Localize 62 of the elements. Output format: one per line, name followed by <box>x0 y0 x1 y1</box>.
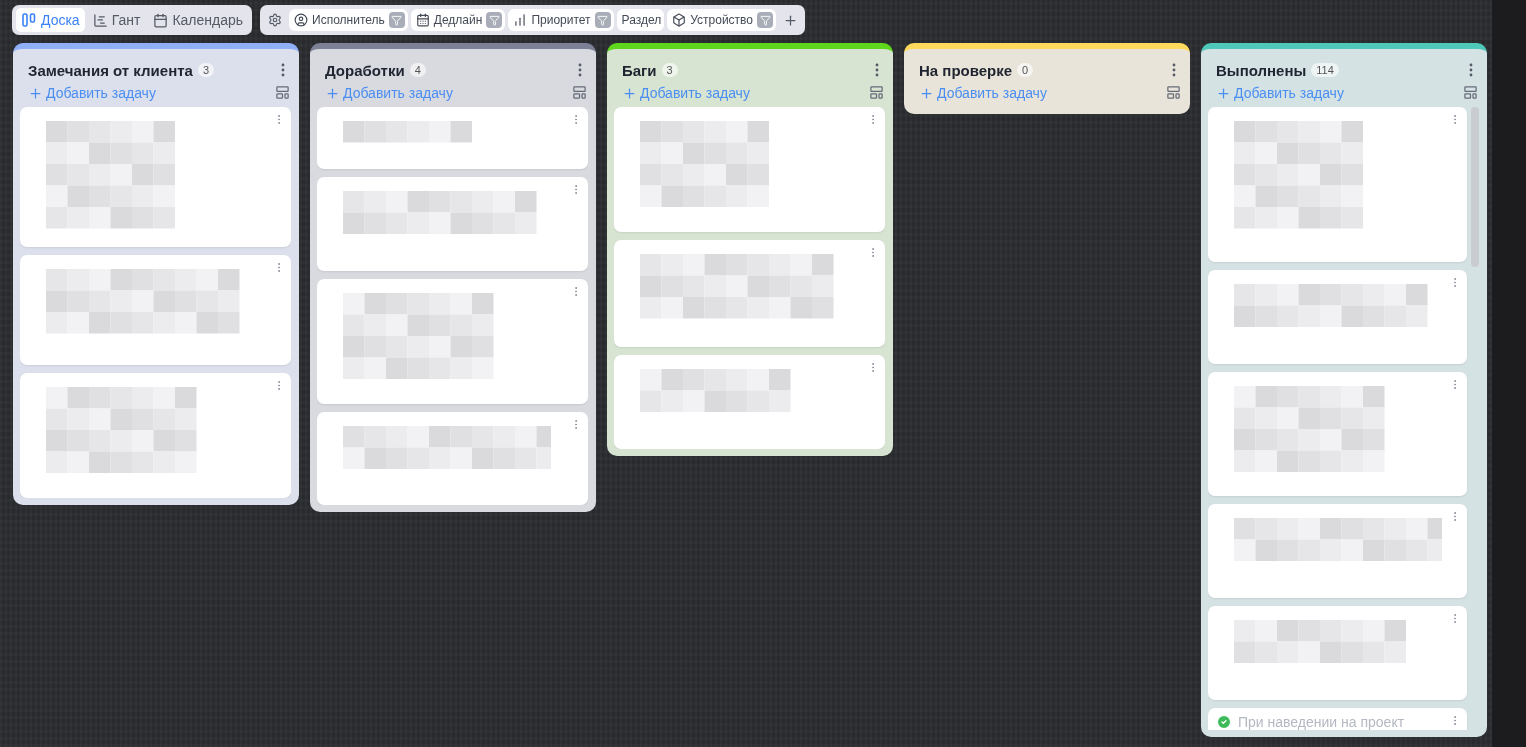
more-icon <box>281 63 285 77</box>
task-card[interactable] <box>317 412 588 505</box>
task-card[interactable] <box>614 355 885 449</box>
task-card[interactable] <box>317 177 588 271</box>
column-title: Выполнены <box>1216 61 1307 79</box>
column-title: Замечания от клиента <box>28 61 193 79</box>
plus-icon <box>28 85 43 101</box>
settings-icon <box>268 13 283 27</box>
plus-icon <box>919 85 934 101</box>
view-tab[interactable]: Календарь <box>148 8 249 32</box>
gantt-icon <box>92 12 108 28</box>
more-icon <box>875 63 879 77</box>
funnel-icon <box>757 12 773 28</box>
cube-icon <box>672 13 687 27</box>
task-count: 3 <box>197 63 214 77</box>
more-icon <box>1172 63 1176 77</box>
user-icon <box>294 13 309 27</box>
plus-icon <box>622 85 637 101</box>
bar-chart-icon <box>513 13 528 27</box>
task-card[interactable] <box>317 107 588 169</box>
task-card[interactable] <box>317 279 588 404</box>
task-card[interactable] <box>1208 270 1467 364</box>
task-card[interactable] <box>1208 606 1467 700</box>
template-icon[interactable] <box>869 85 884 100</box>
task-card[interactable] <box>614 107 885 232</box>
task-count: 114 <box>1311 63 1339 77</box>
task-card[interactable] <box>20 107 291 247</box>
task-card[interactable] <box>1208 372 1467 496</box>
task-card[interactable] <box>20 373 291 498</box>
more-icon <box>1469 63 1473 77</box>
filter-chip[interactable]: Дедлайн <box>410 9 506 31</box>
more-icon <box>578 63 582 77</box>
view-tab[interactable]: Гант <box>87 8 146 32</box>
calendar-icon <box>153 12 169 28</box>
board-icon <box>21 12 37 28</box>
filter-chip[interactable]: Приоритет <box>508 9 614 31</box>
plus-icon <box>1216 85 1231 101</box>
funnel-icon <box>486 12 503 28</box>
task-card[interactable] <box>1208 107 1467 262</box>
task-count: 0 <box>1017 63 1034 77</box>
task-count: 3 <box>661 63 678 77</box>
funnel-icon <box>388 12 405 28</box>
calendar-icon <box>415 13 430 27</box>
task-title: При наведении на проект <box>1238 714 1405 730</box>
task-card[interactable] <box>20 255 291 365</box>
column-title: Баги <box>622 61 657 79</box>
task-count: 4 <box>409 63 426 77</box>
filter-chip[interactable]: Раздел <box>616 9 665 31</box>
template-icon[interactable] <box>1166 85 1181 100</box>
funnel-icon <box>594 12 611 28</box>
task-card[interactable] <box>1208 504 1467 598</box>
column-title: На проверке <box>919 61 1013 79</box>
column-title: Доработки <box>325 61 405 79</box>
view-tab[interactable]: Доска <box>16 8 85 32</box>
filter-chip[interactable]: Исполнитель <box>289 9 408 31</box>
task-card[interactable] <box>614 240 885 347</box>
plus-icon <box>325 85 340 101</box>
template-icon[interactable] <box>1463 85 1478 100</box>
template-icon[interactable] <box>275 85 290 100</box>
template-icon[interactable] <box>572 85 587 100</box>
filter-chip[interactable]: Устройство <box>667 9 776 31</box>
plus-icon <box>782 12 798 28</box>
